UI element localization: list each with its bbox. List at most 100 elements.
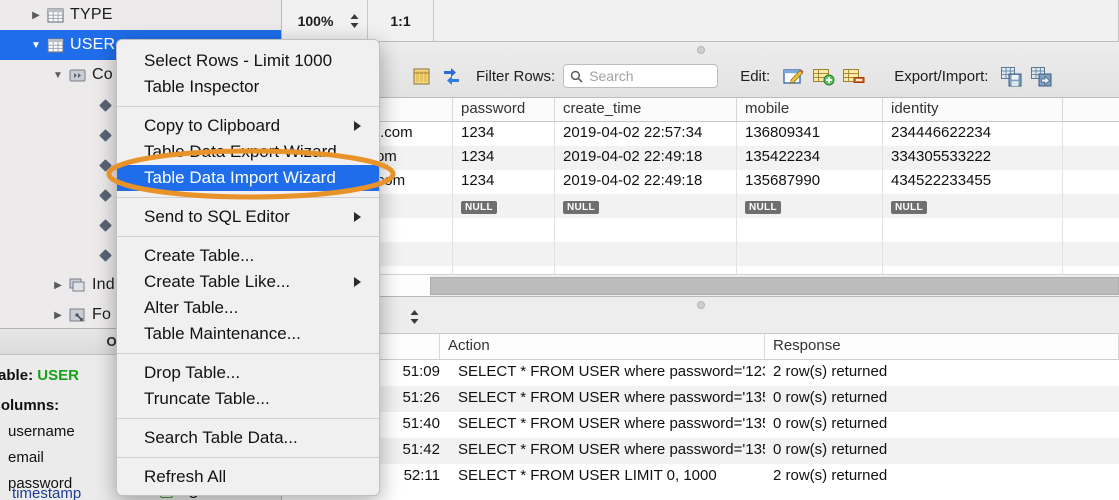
result-grid-cell[interactable]: 1234 bbox=[453, 122, 555, 146]
result-grid-cell[interactable] bbox=[1063, 242, 1119, 266]
result-grid-cell[interactable]: 1234 bbox=[453, 170, 555, 194]
result-grid-cell[interactable]: NULL bbox=[883, 194, 1063, 218]
tree-item-type[interactable]: ▶ TYPE bbox=[0, 0, 281, 30]
menu-item-drop-table[interactable]: Drop Table... bbox=[117, 360, 379, 386]
result-grid-cell[interactable]: NULL bbox=[555, 194, 737, 218]
result-grid-cell[interactable]: 135687990 bbox=[737, 170, 883, 194]
output-action-cell[interactable]: SELECT * FROM USER where password='123… bbox=[440, 360, 765, 386]
edit-row-icon[interactable] bbox=[778, 62, 808, 90]
output-column-header[interactable]: Response bbox=[765, 334, 1119, 359]
menu-item-copy-to-clipboard[interactable]: Copy to Clipboard bbox=[117, 113, 379, 139]
grid-view-icon[interactable] bbox=[406, 62, 436, 90]
output-action-cell[interactable]: SELECT * FROM USER where password='135… bbox=[440, 386, 765, 412]
panel-resize-grabber[interactable] bbox=[696, 46, 705, 54]
result-grid-cell[interactable] bbox=[453, 266, 555, 274]
menu-item-table-data-import-wizard[interactable]: Table Data Import Wizard bbox=[117, 165, 379, 191]
export-recordset-icon[interactable] bbox=[996, 62, 1026, 90]
menu-item-refresh-all[interactable]: Refresh All bbox=[117, 464, 379, 490]
result-grid-cell[interactable]: 135422234 bbox=[737, 146, 883, 170]
result-grid-row[interactable] bbox=[282, 242, 1119, 266]
result-grid-cell[interactable] bbox=[883, 218, 1063, 242]
result-grid-column-header[interactable]: mobile bbox=[737, 98, 883, 121]
result-grid[interactable]: emailpasswordcreate_timemobileidentity 1… bbox=[282, 98, 1119, 274]
result-grid-row[interactable] bbox=[282, 218, 1119, 242]
output-row[interactable]: 51:09 SELECT * FROM USER where password='… bbox=[282, 360, 1119, 386]
delete-row-icon[interactable] bbox=[838, 62, 868, 90]
menu-item-create-table[interactable]: Create Table... bbox=[117, 243, 379, 269]
result-grid-column-header[interactable]: password bbox=[453, 98, 555, 121]
insert-row-icon[interactable] bbox=[808, 62, 838, 90]
menu-item-create-table-like[interactable]: Create Table Like... bbox=[117, 269, 379, 295]
result-grid-cell[interactable] bbox=[1063, 218, 1119, 242]
table-icon bbox=[44, 37, 66, 54]
menu-item-table-maintenance[interactable]: Table Maintenance... bbox=[117, 321, 379, 347]
filter-rows-search-input[interactable]: Search bbox=[563, 64, 719, 88]
result-grid-row[interactable] bbox=[282, 266, 1119, 274]
menu-item-table-inspector[interactable]: Table Inspector bbox=[117, 74, 379, 100]
output-resize-grabber[interactable] bbox=[696, 301, 705, 309]
editor-topbar: 100% 1:1 bbox=[282, 0, 1119, 42]
result-grid-cell[interactable]: 2019-04-02 22:49:18 bbox=[555, 146, 737, 170]
menu-item-send-to-sql-editor[interactable]: Send to SQL Editor bbox=[117, 204, 379, 230]
menu-item-table-data-export-wizard[interactable]: Table Data Export Wizard bbox=[117, 139, 379, 165]
refresh-icon[interactable] bbox=[436, 62, 466, 90]
result-grid-cell[interactable] bbox=[453, 218, 555, 242]
output-row[interactable]: 51:42 SELECT * FROM USER where password='… bbox=[282, 438, 1119, 464]
one-to-one-zoom-button[interactable]: 1:1 bbox=[368, 0, 434, 41]
result-grid-column-header[interactable]: identity bbox=[883, 98, 1063, 121]
result-grid-cell[interactable] bbox=[883, 266, 1063, 274]
result-grid-cell[interactable]: 334305533222 bbox=[883, 146, 1063, 170]
result-grid-cell[interactable] bbox=[737, 242, 883, 266]
filter-rows-placeholder: Search bbox=[589, 68, 634, 84]
result-grid-cell[interactable]: 2019-04-02 22:49:18 bbox=[555, 170, 737, 194]
result-grid-cell[interactable]: NULL bbox=[737, 194, 883, 218]
result-grid-cell[interactable] bbox=[737, 266, 883, 274]
result-grid-cell[interactable] bbox=[555, 266, 737, 274]
menu-item-select-rows-limit-1000[interactable]: Select Rows - Limit 1000 bbox=[117, 48, 379, 74]
menu-item-alter-table[interactable]: Alter Table... bbox=[117, 295, 379, 321]
result-grid-column-header[interactable]: create_time bbox=[555, 98, 737, 121]
result-grid-row[interactable]: NULLNULLNULLNULLNULL bbox=[282, 194, 1119, 218]
output-type-stepper[interactable] bbox=[406, 308, 422, 326]
result-grid-cell[interactable] bbox=[737, 218, 883, 242]
result-grid-cell[interactable] bbox=[1063, 194, 1119, 218]
table-context-menu[interactable]: Select Rows - Limit 1000 Table Inspector C… bbox=[116, 39, 380, 496]
output-action-cell[interactable]: SELECT * FROM USER LIMIT 0, 1000 bbox=[440, 464, 765, 490]
result-grid-column-header[interactable] bbox=[1063, 98, 1119, 121]
import-recordset-icon[interactable] bbox=[1026, 62, 1056, 90]
result-grid-cell[interactable] bbox=[1063, 146, 1119, 170]
menu-separator bbox=[117, 197, 379, 198]
result-grid-cell[interactable]: 2019-04-02 22:57:34 bbox=[555, 122, 737, 146]
result-grid-cell[interactable]: 136809341 bbox=[737, 122, 883, 146]
output-row[interactable]: 51:40 SELECT * FROM USER where password='… bbox=[282, 412, 1119, 438]
result-grid-cell[interactable] bbox=[555, 242, 737, 266]
scrollbar-thumb[interactable] bbox=[430, 277, 1119, 295]
menu-item-truncate-table[interactable]: Truncate Table... bbox=[117, 386, 379, 412]
chevron-right-icon[interactable]: ▶ bbox=[50, 280, 66, 291]
output-column-header[interactable]: Action bbox=[440, 334, 765, 359]
menu-item-label: Table Data Import Wizard bbox=[144, 168, 336, 187]
zoom-stepper[interactable] bbox=[346, 11, 362, 31]
result-grid-cell[interactable]: 1234 bbox=[453, 146, 555, 170]
result-grid-cell[interactable]: 434522233455 bbox=[883, 170, 1063, 194]
result-grid-row[interactable]: 1111@gmail.com12342019-04-02 22:57:34136… bbox=[282, 122, 1119, 146]
result-grid-cell[interactable] bbox=[453, 242, 555, 266]
output-action-cell[interactable]: SELECT * FROM USER where password='135… bbox=[440, 438, 765, 464]
result-grid-cell[interactable] bbox=[555, 218, 737, 242]
chevron-down-icon[interactable]: ▼ bbox=[28, 40, 44, 51]
result-grid-cell[interactable] bbox=[1063, 266, 1119, 274]
result-grid-cell[interactable] bbox=[1063, 170, 1119, 194]
result-grid-horizontal-scrollbar[interactable] bbox=[282, 274, 1119, 296]
result-grid-row[interactable]: 1234@163.com12342019-04-02 22:49:1813568… bbox=[282, 170, 1119, 194]
result-grid-cell[interactable] bbox=[883, 242, 1063, 266]
result-grid-cell[interactable]: NULL bbox=[453, 194, 555, 218]
result-grid-row[interactable]: 2572@qq.com12342019-04-02 22:49:18135422… bbox=[282, 146, 1119, 170]
chevron-down-icon[interactable]: ▼ bbox=[50, 70, 66, 81]
chevron-right-icon[interactable]: ▶ bbox=[50, 310, 66, 321]
result-grid-cell[interactable]: 234446622234 bbox=[883, 122, 1063, 146]
output-row[interactable]: 51:26 SELECT * FROM USER where password='… bbox=[282, 386, 1119, 412]
output-action-cell[interactable]: SELECT * FROM USER where password='135… bbox=[440, 412, 765, 438]
menu-item-search-table-data[interactable]: Search Table Data... bbox=[117, 425, 379, 451]
result-grid-cell[interactable] bbox=[1063, 122, 1119, 146]
chevron-right-icon[interactable]: ▶ bbox=[28, 10, 44, 21]
